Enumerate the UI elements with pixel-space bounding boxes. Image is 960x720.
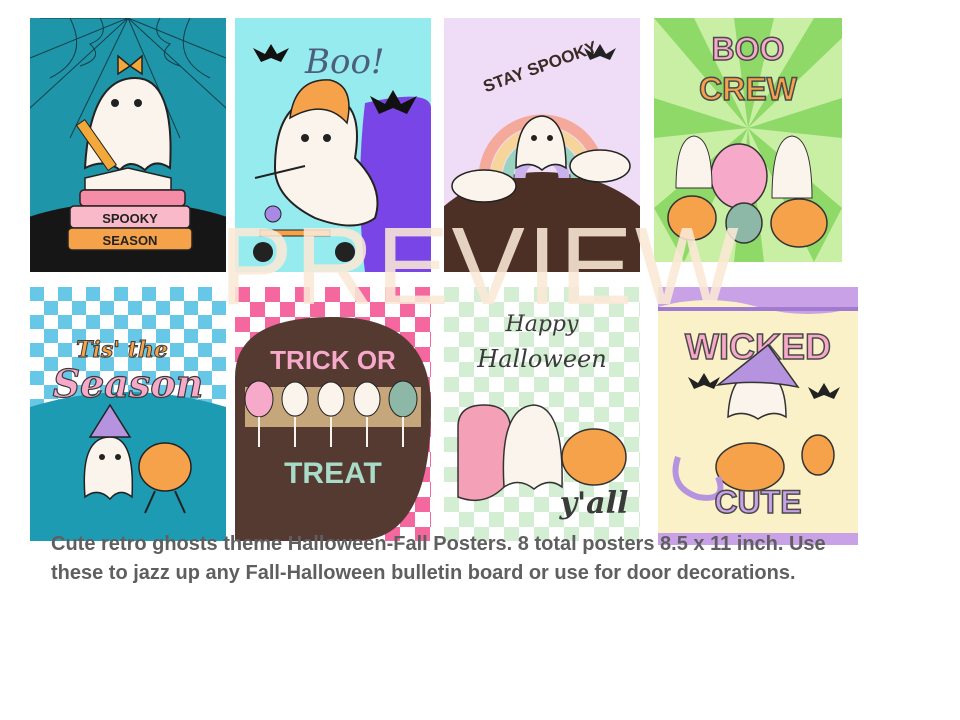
poster-trick-or-treat: TRICK OR TREAT: [235, 287, 431, 541]
poster-4-text-crew: CREW: [699, 71, 798, 107]
poster-wicked-cute: WICKED CUTE: [658, 287, 858, 545]
poster-boo-crew-art: BOO CREW: [654, 18, 842, 262]
poster-trick-or-treat-art: TRICK OR TREAT: [235, 287, 431, 541]
poster-8-text-cute: CUTE: [714, 484, 801, 520]
poster-2-text-boo: Boo!: [304, 42, 385, 82]
poster-wicked-cute-art: WICKED CUTE: [658, 287, 858, 545]
poster-tis-the-season: Tis' the Season: [30, 287, 226, 541]
poster-6-text-treat: TREAT: [284, 457, 382, 490]
poster-boo: Boo!: [235, 18, 431, 272]
poster-spooky-season-art: SPOOKY SEASON: [30, 18, 226, 272]
poster-7-text-happy: Happy: [505, 312, 579, 337]
poster-stay-spooky: STAY SPOOKY: [444, 18, 640, 272]
poster-stay-spooky-art: STAY SPOOKY: [444, 18, 640, 272]
poster-1-text-spooky: SPOOKY: [102, 211, 158, 226]
product-description: Cute retro ghosts theme Halloween-Fall P…: [51, 533, 826, 584]
poster-6-text-trick-or: TRICK OR: [270, 345, 396, 375]
poster-happy-halloween-art: Happy Halloween y'all: [444, 287, 640, 541]
poster-spooky-season: SPOOKY SEASON: [30, 18, 226, 272]
poster-1-text-season: SEASON: [103, 233, 158, 248]
poster-5-text-season: Season: [53, 361, 204, 406]
poster-7-text-halloween: Halloween: [476, 345, 606, 373]
poster-5-text-tis-the: Tis' the: [76, 337, 168, 363]
poster-happy-halloween: Happy Halloween y'all: [444, 287, 640, 541]
poster-boo-crew: BOO CREW: [654, 18, 842, 262]
poster-4-text-boo: BOO: [712, 31, 785, 67]
poster-tis-the-season-art: Tis' the Season: [30, 287, 226, 541]
poster-boo-art: Boo!: [235, 18, 431, 272]
poster-7-text-yall: y'all: [559, 486, 629, 521]
